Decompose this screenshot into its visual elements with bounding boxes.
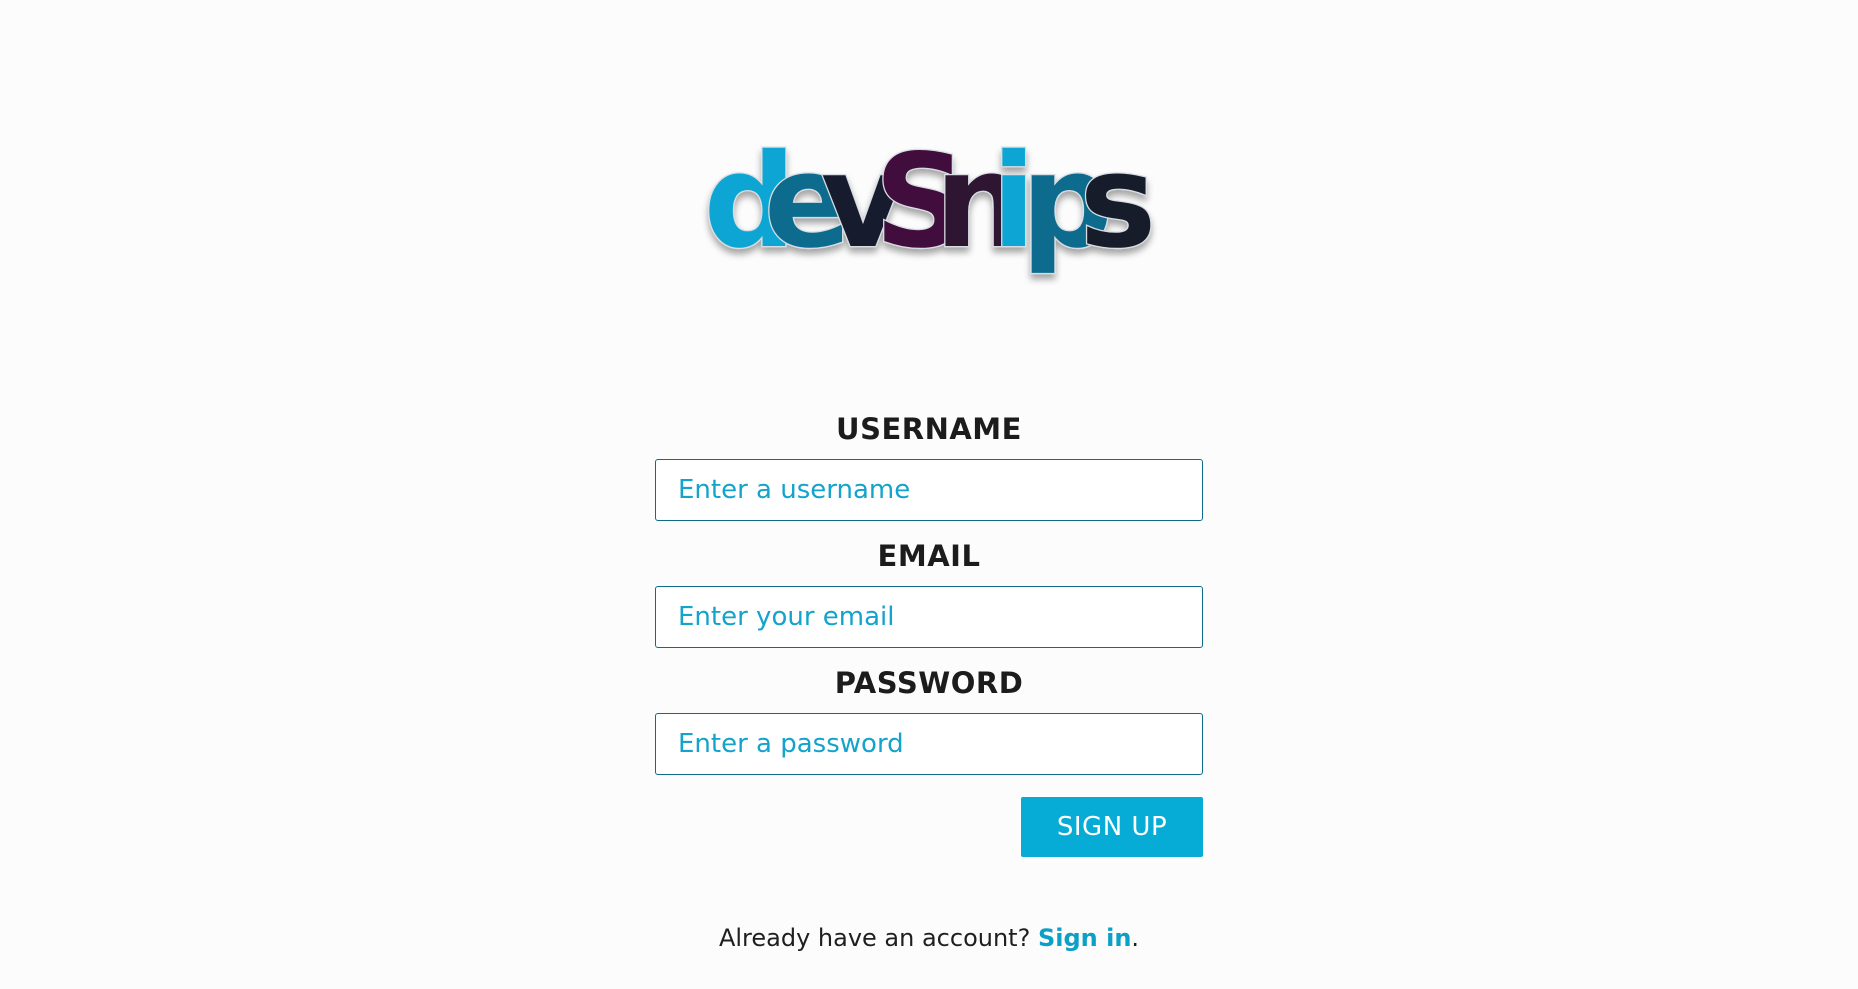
password-label: PASSWORD: [834, 666, 1024, 700]
logo-letter-s: s: [1079, 127, 1156, 277]
sign-in-link[interactable]: Sign in: [1038, 924, 1131, 952]
email-label: EMAIL: [877, 539, 981, 573]
username-input[interactable]: [655, 459, 1203, 521]
password-input[interactable]: [655, 713, 1203, 775]
sign-up-button[interactable]: SIGN UP: [1021, 797, 1203, 857]
sign-in-prompt: Already have an account? Sign in.: [0, 924, 1858, 952]
sign-in-prompt-period: .: [1131, 924, 1140, 952]
signup-form: USERNAME EMAIL PASSWORD SIGN UP: [655, 400, 1203, 857]
form-actions: SIGN UP: [655, 797, 1203, 857]
devsnips-logo: devSnips: [655, 125, 1205, 285]
email-input[interactable]: [655, 586, 1203, 648]
logo-wordmark: devSnips: [702, 126, 1157, 279]
sign-in-prompt-text: Already have an account?: [718, 924, 1031, 952]
username-label: USERNAME: [836, 412, 1022, 446]
signup-page: devSnips USERNAME EMAIL PASSWORD SIGN UP…: [0, 0, 1858, 989]
